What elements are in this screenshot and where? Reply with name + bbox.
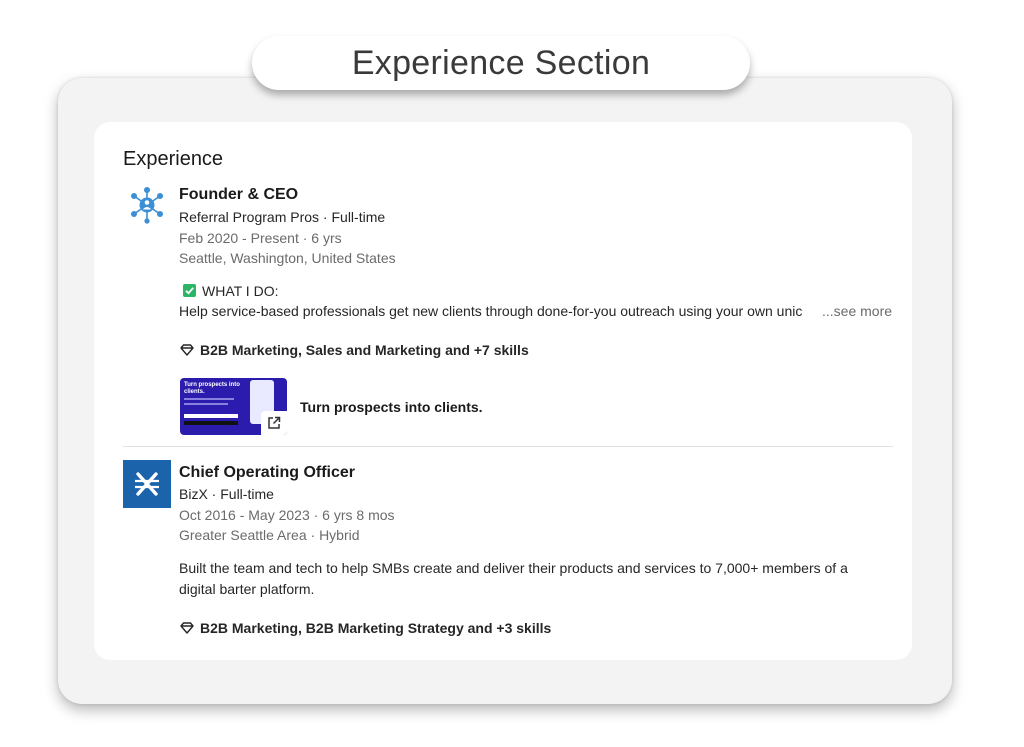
divider [123, 446, 893, 447]
job-dates: Oct 2016 - May 2023 · 6 yrs 8 mos [179, 507, 395, 523]
thumbnail-input-bar [184, 414, 238, 418]
section-banner: Experience Section [252, 36, 750, 90]
job-location: Greater Seattle Area · Hybrid [179, 527, 360, 543]
banner-title: Experience Section [351, 43, 651, 82]
check-mark-icon [183, 284, 196, 297]
experience-card: Experience Founder & CEO Referral Progra… [94, 122, 912, 660]
see-more-link[interactable]: ...see more [822, 303, 892, 319]
network-people-icon[interactable] [129, 186, 165, 224]
bizx-logo-icon[interactable] [123, 460, 171, 508]
what-i-do-line: WHAT I DO: [183, 283, 278, 299]
media-thumbnail[interactable]: Turn prospects into clients. [180, 378, 287, 435]
job-title[interactable]: Chief Operating Officer [179, 464, 355, 482]
thumbnail-text-line [184, 398, 234, 400]
diamond-icon [180, 344, 194, 356]
media-title[interactable]: Turn prospects into clients. [300, 399, 483, 415]
company-name[interactable]: BizX · Full-time [179, 486, 274, 502]
experience-heading: Experience [123, 148, 224, 170]
job-location: Seattle, Washington, United States [179, 250, 396, 266]
job-description-line: digital barter platform. [179, 581, 315, 597]
thumbnail-button-bar [184, 421, 238, 425]
skills-row[interactable]: B2B Marketing, B2B Marketing Strategy an… [180, 620, 551, 636]
diamond-icon [180, 622, 194, 634]
what-i-do-label: WHAT I DO: [202, 283, 279, 299]
company-name[interactable]: Referral Program Pros · Full-time [179, 209, 385, 225]
skills-text: B2B Marketing, B2B Marketing Strategy an… [200, 620, 552, 636]
external-link-icon[interactable] [261, 411, 287, 435]
job-title[interactable]: Founder & CEO [179, 186, 298, 204]
job-description: Help service-based professionals get new… [179, 303, 803, 319]
thumbnail-text: Turn prospects into clients. [184, 382, 240, 395]
job-dates: Feb 2020 - Present · 6 yrs [179, 230, 342, 246]
skills-text: B2B Marketing, Sales and Marketing and +… [200, 342, 529, 358]
job-description-line: Built the team and tech to help SMBs cre… [179, 560, 848, 576]
skills-row[interactable]: B2B Marketing, Sales and Marketing and +… [180, 342, 529, 358]
thumbnail-text-line [184, 403, 228, 405]
